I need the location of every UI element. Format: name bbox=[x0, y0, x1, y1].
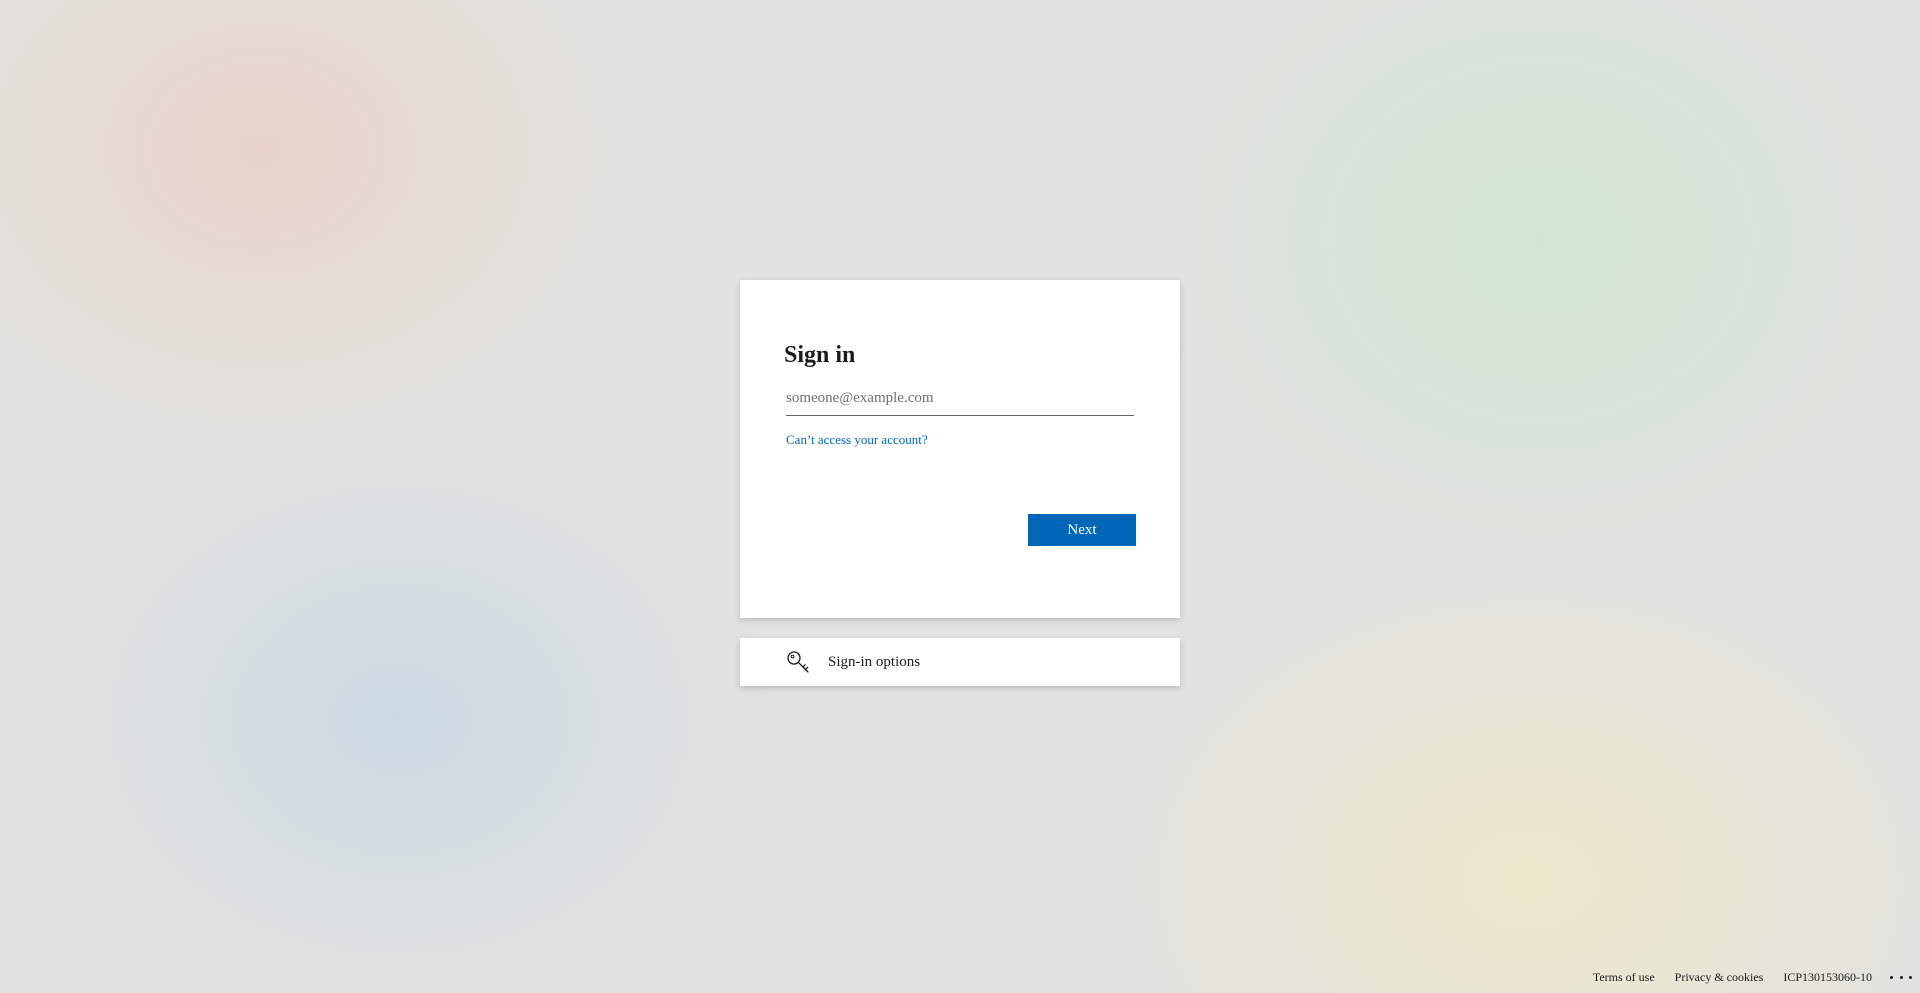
icp-license-text[interactable]: ICP130153060-10 bbox=[1783, 970, 1872, 985]
terms-of-use-link[interactable]: Terms of use bbox=[1593, 970, 1655, 985]
signin-card: Sign in Can’t access your account? Next bbox=[740, 280, 1180, 618]
ellipsis-icon[interactable] bbox=[1890, 970, 1912, 984]
signin-options-button[interactable]: Sign-in options bbox=[740, 638, 1180, 686]
next-button[interactable]: Next bbox=[1028, 514, 1136, 546]
page-title: Sign in bbox=[784, 342, 856, 368]
cant-access-account-link[interactable]: Can’t access your account? bbox=[786, 432, 928, 448]
key-icon bbox=[787, 651, 809, 673]
footer: Terms of use Privacy & cookies ICP130153… bbox=[1593, 967, 1920, 987]
privacy-cookies-link[interactable]: Privacy & cookies bbox=[1675, 970, 1764, 985]
email-field[interactable] bbox=[786, 382, 1134, 416]
signin-options-label: Sign-in options bbox=[828, 654, 921, 670]
